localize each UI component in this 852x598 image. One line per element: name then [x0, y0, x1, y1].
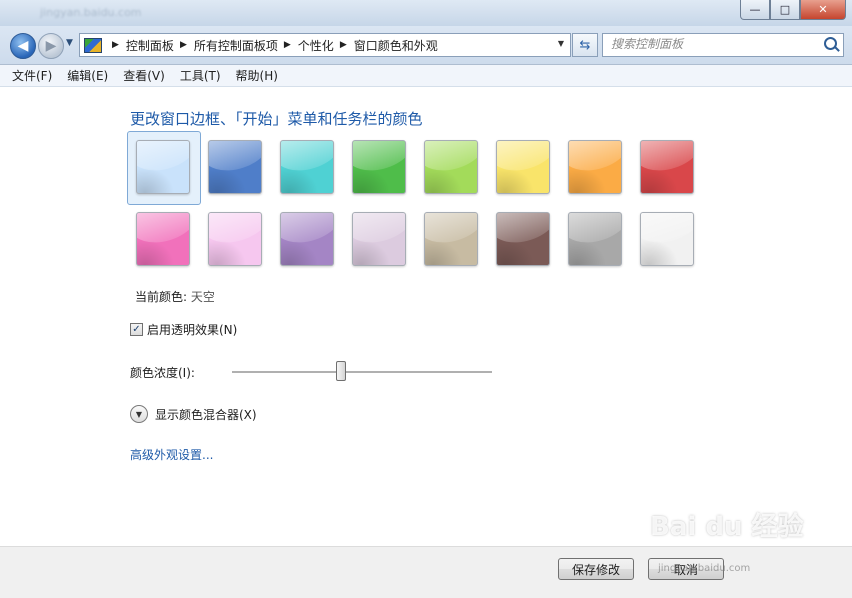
current-color-value: 天空 — [190, 290, 215, 304]
color-swatch-fuchsia[interactable] — [136, 212, 190, 266]
color-swatch-taupe[interactable] — [424, 212, 478, 266]
crumb-separator[interactable]: ▶ — [284, 40, 291, 50]
control-panel-icon — [84, 37, 102, 53]
back-button[interactable]: ◀ — [10, 33, 36, 59]
address-bar[interactable]: ▶ 控制面板 ▶ 所有控制面板项 ▶ 个性化 ▶ 窗口颜色和外观 ▼ — [79, 33, 571, 57]
search-box[interactable] — [602, 33, 844, 57]
color-swatch-blush[interactable] — [208, 212, 262, 266]
menu-view[interactable]: 查看(V) — [123, 67, 165, 84]
refresh-button[interactable]: ⇆ — [572, 33, 598, 57]
crumb-separator[interactable]: ▶ — [112, 40, 119, 50]
menu-edit[interactable]: 编辑(E) — [67, 67, 108, 84]
current-color: 当前颜色: 天空 — [135, 288, 215, 305]
breadcrumb-personalization[interactable]: 个性化 — [298, 37, 334, 54]
breadcrumb-window-color[interactable]: 窗口颜色和外观 — [354, 37, 438, 54]
watermark-logo: Bai du 经验 — [650, 512, 804, 542]
forward-button[interactable]: ▶ — [38, 33, 64, 59]
transparency-checkbox[interactable]: ✓ — [130, 323, 143, 336]
transparency-option[interactable]: ✓ 启用透明效果(N) — [130, 321, 237, 338]
crumb-separator[interactable]: ▶ — [180, 40, 187, 50]
color-swatch-lemon[interactable] — [496, 140, 550, 194]
advanced-appearance-link[interactable]: 高级外观设置... — [130, 446, 213, 463]
color-swatch-chocolate[interactable] — [496, 212, 550, 266]
intensity-slider-track[interactable] — [232, 371, 492, 374]
color-swatch-sea[interactable] — [280, 140, 334, 194]
recent-pages-button[interactable]: ▼ — [66, 38, 73, 48]
color-swatch-leaf[interactable] — [352, 140, 406, 194]
search-input[interactable] — [603, 34, 816, 54]
address-dropdown-icon[interactable]: ▼ — [558, 39, 564, 48]
menu-bar: 文件(F) 编辑(E) 查看(V) 工具(T) 帮助(H) — [0, 65, 852, 87]
color-swatch-slate[interactable] — [568, 212, 622, 266]
intensity-label: 颜色浓度(I): — [130, 366, 195, 380]
title-bar: jingyan.baidu.com — □ ✕ — [0, 0, 852, 26]
breadcrumb-all-items[interactable]: 所有控制面板项 — [194, 37, 278, 54]
crumb-separator[interactable]: ▶ — [340, 40, 347, 50]
minimize-button[interactable]: — — [740, 0, 770, 20]
chevron-down-icon[interactable]: ▼ — [130, 405, 148, 423]
color-mixer-toggle[interactable]: ▼ 显示颜色混合器(X) — [130, 405, 257, 423]
close-button[interactable]: ✕ — [800, 0, 846, 20]
color-mixer-label[interactable]: 显示颜色混合器(X) — [155, 406, 257, 423]
color-swatch-sky[interactable] — [136, 140, 190, 194]
color-swatch-frost[interactable] — [640, 212, 694, 266]
title-text: jingyan.baidu.com — [40, 6, 142, 19]
menu-help[interactable]: 帮助(H) — [236, 67, 278, 84]
color-swatch-lavender[interactable] — [352, 212, 406, 266]
transparency-label[interactable]: 启用透明效果(N) — [147, 321, 237, 338]
search-icon[interactable] — [824, 37, 837, 50]
menu-tools[interactable]: 工具(T) — [180, 67, 221, 84]
watermark-url: jingyan.baidu.com — [658, 563, 751, 574]
window-controls: — □ ✕ — [740, 0, 846, 20]
color-swatch-ruby[interactable] — [640, 140, 694, 194]
color-swatch-violet[interactable] — [280, 212, 334, 266]
page-title: 更改窗口边框、「开始」菜单和任务栏的颜色 — [130, 110, 423, 128]
color-swatch-twilight[interactable] — [208, 140, 262, 194]
save-button[interactable]: 保存修改 — [558, 558, 634, 580]
current-color-label: 当前颜色: — [135, 290, 188, 304]
content-area: 更改窗口边框、「开始」菜单和任务栏的颜色 当前颜色: 天空 ✓ 启用透明效果(N… — [0, 88, 852, 546]
maximize-button[interactable]: □ — [770, 0, 800, 20]
color-swatch-lime[interactable] — [424, 140, 478, 194]
navigation-bar: ◀ ▶ ▼ ▶ 控制面板 ▶ 所有控制面板项 ▶ 个性化 ▶ 窗口颜色和外观 ▼… — [0, 26, 852, 65]
intensity-slider-thumb[interactable] — [336, 361, 347, 381]
menu-file[interactable]: 文件(F) — [12, 67, 52, 84]
window: jingyan.baidu.com — □ ✕ ◀ ▶ ▼ ▶ 控制面板 ▶ 所… — [0, 0, 852, 598]
color-swatch-tangerine[interactable] — [568, 140, 622, 194]
breadcrumb-control-panel[interactable]: 控制面板 — [126, 37, 174, 54]
